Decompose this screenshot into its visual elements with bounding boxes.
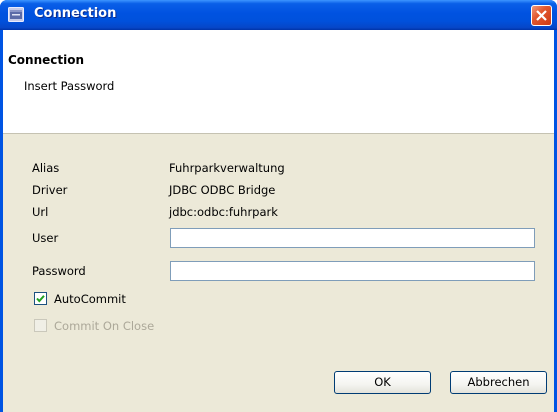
alias-label: Alias xyxy=(32,161,60,175)
window-title: Connection xyxy=(34,6,117,21)
eclipse-app-icon xyxy=(8,7,24,22)
ok-button[interactable]: OK xyxy=(334,371,431,394)
dialog-banner: Connection Insert Password xyxy=(3,30,554,134)
close-button[interactable] xyxy=(531,5,552,26)
commit-on-close-label[interactable]: Commit On Close xyxy=(54,319,154,333)
url-value: jdbc:odbc:fuhrpark xyxy=(169,205,278,219)
user-label: User xyxy=(32,231,59,245)
password-label: Password xyxy=(32,264,86,278)
autocommit-checkbox[interactable] xyxy=(34,292,47,305)
close-icon xyxy=(536,10,547,21)
password-input[interactable] xyxy=(170,261,535,281)
autocommit-label[interactable]: AutoCommit xyxy=(54,292,126,306)
title-bar[interactable]: Connection xyxy=(0,0,557,30)
cancel-button[interactable]: Abbrechen xyxy=(450,371,547,394)
user-input[interactable] xyxy=(170,228,535,248)
alias-value: Fuhrparkverwaltung xyxy=(169,161,285,175)
banner-message: Insert Password xyxy=(24,79,115,93)
url-label: Url xyxy=(32,205,49,219)
connection-dialog: Connection Connection Insert Password Al… xyxy=(0,0,557,412)
commit-on-close-checkbox[interactable] xyxy=(34,319,47,332)
dialog-client-area: Connection Insert Password Alias Fuhrpar… xyxy=(3,30,554,412)
checkmark-icon xyxy=(36,295,45,303)
banner-title: Connection xyxy=(8,53,85,67)
driver-label: Driver xyxy=(32,183,68,197)
driver-value: JDBC ODBC Bridge xyxy=(169,183,276,197)
